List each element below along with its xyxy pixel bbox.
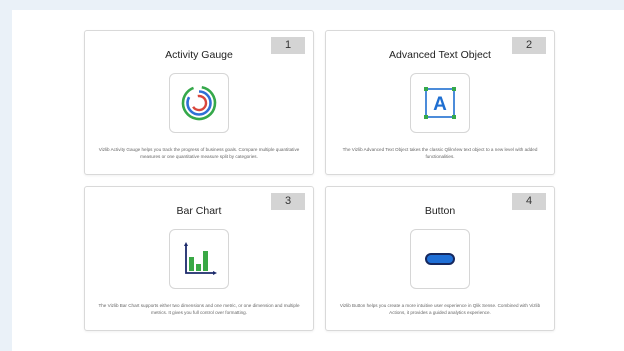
extension-card-grid: 1 Activity Gauge Vizlib Activity Gauge h… xyxy=(84,30,556,332)
card-button[interactable]: 4 Button Vizlib Button helps you create … xyxy=(325,186,555,331)
card-bar-chart[interactable]: 3 Bar Chart The Vizlib Bar Chart support… xyxy=(84,186,314,331)
advanced-text-object-icon: A xyxy=(410,73,470,133)
text-object-letter: A xyxy=(433,94,447,115)
card-title: Bar Chart xyxy=(176,205,222,217)
bar-chart-icon xyxy=(169,229,229,289)
card-title: Advanced Text Object xyxy=(389,49,491,61)
card-advanced-text-object[interactable]: 2 Advanced Text Object A The Vizlib Adva… xyxy=(325,30,555,175)
activity-gauge-icon xyxy=(169,73,229,133)
card-activity-gauge[interactable]: 1 Activity Gauge Vizlib Activity Gauge h… xyxy=(84,30,314,175)
card-description: The Vizlib Bar Chart supports either two… xyxy=(98,303,300,315)
button-icon xyxy=(410,229,470,289)
card-description: The Vizlib Advanced Text Object takes th… xyxy=(342,147,538,159)
card-description: Vizlib Activity Gauge helps you track th… xyxy=(98,147,300,159)
card-title: Activity Gauge xyxy=(165,49,233,61)
card-description: Vizlib Button helps you create a more in… xyxy=(339,303,541,315)
content-area: 1 Activity Gauge Vizlib Activity Gauge h… xyxy=(12,10,624,351)
card-title: Button xyxy=(424,205,456,217)
